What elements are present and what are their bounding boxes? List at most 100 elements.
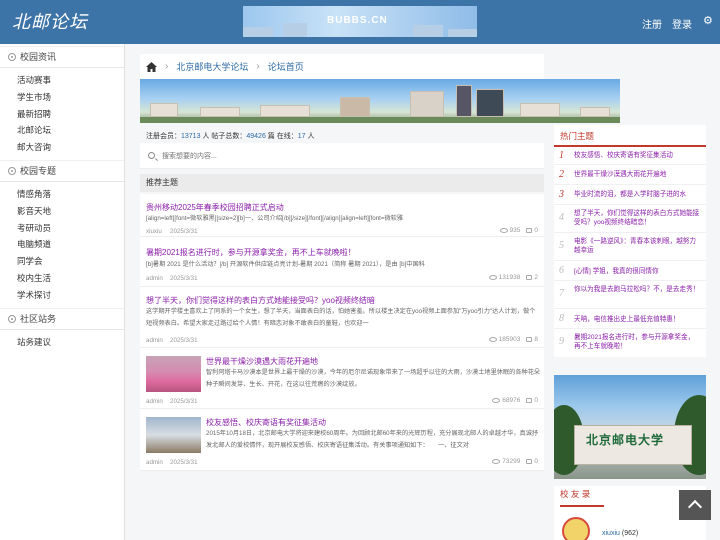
post-item[interactable]: 世界最干燥沙漠遇大雨花开遍地 智利阿塔卡马沙漠本是世界上最干燥的沙漠，今年的厄尔… xyxy=(140,348,544,409)
post-views: 68976 0 xyxy=(492,397,538,404)
main-content: › 北京邮电大学论坛 › 论坛首页 注册会员：13713 人 帖子总数：4942… xyxy=(140,54,706,471)
sidebar-item-consult[interactable]: 邮大咨询 xyxy=(0,139,124,156)
hot-topic-item[interactable]: 4 想了半天，你们觉得这样的表白方式她能接受吗？yoo视频终结暗恋！ xyxy=(554,205,706,233)
post-views: 131938 2 xyxy=(488,274,538,281)
sidebar-item-academic[interactable]: 学术探讨 xyxy=(0,287,124,304)
sidebar: 校园资讯 活动赛事 学生市场 最新招聘 北邮论坛 邮大咨询 校园专题 情感角落 … xyxy=(0,44,125,540)
post-views: 935 0 xyxy=(499,227,538,234)
eye-icon xyxy=(492,398,501,403)
post-date: 2025/3/31 xyxy=(170,275,198,282)
search-bar xyxy=(140,143,544,169)
post-summary: 2015年10月18日，北京邮电大学将迎来建校60周年。为回顾北邮60年来的光辉… xyxy=(206,430,539,449)
breadcrumb-home[interactable]: 论坛首页 xyxy=(268,60,304,73)
hot-topic-item[interactable]: 7 你以为我是去跑马拉松吗？不，是去走秀！ xyxy=(554,281,706,309)
hot-topic-item[interactable]: 2 世界最干燥沙漠遇大雨花开遍地 xyxy=(554,165,706,185)
sidebar-item-alumni[interactable]: 同学会 xyxy=(0,253,124,270)
post-date: 2025/3/31 xyxy=(170,398,198,405)
hot-topics-title: 热门主题 xyxy=(554,125,706,147)
post-summary: [align=left][font=微软雅黑][size=2][b]一、公司介绍… xyxy=(146,215,404,222)
eye-icon xyxy=(492,459,501,464)
post-item[interactable]: 想了半天，你们觉得这样的表白方式她能接受吗？yoo视频终结暗 这学期开学楼主喜欢… xyxy=(140,287,544,348)
breadcrumb: › 北京邮电大学论坛 › 论坛首页 xyxy=(140,54,544,80)
gate-inscription: 北京邮电大学 xyxy=(586,433,665,447)
post-thumbnail[interactable] xyxy=(146,356,201,392)
comment-icon xyxy=(526,459,533,464)
sidebar-item-emotion[interactable]: 情感角落 xyxy=(0,186,124,203)
home-icon[interactable] xyxy=(146,61,157,72)
post-title[interactable]: 暑期2021报名进行时，参与开源拿奖金，再不上车就晚啦！ xyxy=(146,247,356,258)
hot-topics: 热门主题 1 校友感悟、校庆寄语有奖征集活动 2 世界最干燥沙漠遇大雨花开遍地 3毕… xyxy=(554,125,706,357)
back-to-top-button[interactable] xyxy=(679,490,711,520)
post-author[interactable]: admin xyxy=(146,398,163,405)
chevron-right-icon: › xyxy=(256,61,260,72)
login-link[interactable]: 登录 xyxy=(672,16,692,31)
sidebar-section-site[interactable]: 社区站务 xyxy=(0,307,124,330)
alumni-user[interactable]: xiuxiu (962) xyxy=(602,530,638,537)
post-author[interactable]: admin xyxy=(146,459,163,466)
breadcrumb-forum[interactable]: 北京邮电大学论坛 xyxy=(176,60,248,73)
post-title[interactable]: 想了半天，你们觉得这样的表白方式她能接受吗？yoo视频终结暗 xyxy=(146,295,375,306)
post-date: 2025/3/31 xyxy=(170,228,198,235)
avatar[interactable] xyxy=(562,517,590,540)
section-toggle-icon xyxy=(8,314,16,323)
hot-topic-item[interactable]: 1 校友感悟、校庆寄语有奖征集活动 xyxy=(554,147,706,165)
post-title[interactable]: 世界最干燥沙漠遇大雨花开遍地 xyxy=(206,356,318,367)
forum-stats: 注册会员：13713 人 帖子总数：49426 篇 在线：17 人 xyxy=(146,133,315,140)
sidebar-section-topics[interactable]: 校园专题 xyxy=(0,159,124,182)
eye-icon xyxy=(499,228,508,233)
hot-topic-item[interactable]: 3 毕业时流的泪，都是入学时脑子进的水 xyxy=(554,185,706,205)
post-views: 73299 0 xyxy=(492,458,538,465)
hot-topic-item[interactable]: 5 电影《一路逆风》：青春本该刺眼，越努力越幸运 xyxy=(554,233,706,261)
campus-gate-image[interactable]: 北京邮电大学 xyxy=(554,375,706,479)
sidebar-item-exam[interactable]: 考研动员 xyxy=(0,220,124,237)
site-logo[interactable]: 北邮论坛 xyxy=(12,8,88,34)
sidebar-item-market[interactable]: 学生市场 xyxy=(0,89,124,106)
sidebar-item-events[interactable]: 活动赛事 xyxy=(0,72,124,89)
post-item[interactable]: 贵州移动2025年春季校园招聘正式启动 [align=left][font=微软… xyxy=(140,194,544,237)
post-author[interactable]: admin xyxy=(146,275,163,282)
register-link[interactable]: 注册 xyxy=(642,16,662,31)
sidebar-item-suggest[interactable]: 站务建议 xyxy=(0,334,124,351)
eye-icon xyxy=(488,337,497,342)
post-summary: 智利阿塔卡马沙漠本是世界上最干燥的沙漠，今年的厄尔尼诺现象带来了一场超乎以往的大… xyxy=(206,369,541,388)
post-date: 2025/3/31 xyxy=(170,337,198,344)
post-views: 185903 8 xyxy=(488,336,538,343)
sidebar-item-forum[interactable]: 北邮论坛 xyxy=(0,122,124,139)
sidebar-item-computer[interactable]: 电脑频道 xyxy=(0,236,124,253)
eye-icon xyxy=(488,275,497,280)
sidebar-item-campus-life[interactable]: 校内生活 xyxy=(0,270,124,287)
section-toggle-icon xyxy=(8,166,16,175)
comment-icon xyxy=(526,398,533,403)
sns-login-icon[interactable]: ⚙ xyxy=(703,14,713,27)
comment-icon xyxy=(526,337,533,342)
header-banner[interactable]: BUBBS.CN xyxy=(243,6,477,37)
hot-topic-item[interactable]: 8 天呐，电信推出史上最低充值特惠！ xyxy=(554,309,706,329)
recommended-header: 推荐主题 xyxy=(140,174,544,192)
post-summary: [b]暑期 2021 是什么活动？[/b] 开源软件供应链点亮计划-暑期 202… xyxy=(146,261,425,268)
comment-icon xyxy=(526,228,533,233)
post-title[interactable]: 贵州移动2025年春季校园招聘正式启动 xyxy=(146,202,284,213)
section-toggle-icon xyxy=(8,53,16,61)
search-icon[interactable] xyxy=(148,152,155,159)
sidebar-item-media[interactable]: 影音天地 xyxy=(0,203,124,220)
sidebar-item-jobs[interactable]: 最新招聘 xyxy=(0,106,124,123)
sidebar-section-news[interactable]: 校园资讯 xyxy=(0,46,124,68)
arrow-up-icon xyxy=(687,499,703,515)
post-author[interactable]: admin xyxy=(146,337,163,344)
campus-banner-image xyxy=(140,79,620,123)
post-date: 2025/3/31 xyxy=(170,459,198,466)
post-title[interactable]: 校友感悟、校庆寄语有奖征集活动 xyxy=(206,417,326,428)
post-item[interactable]: 校友感悟、校庆寄语有奖征集活动 2015年10月18日，北京邮电大学将迎来建校6… xyxy=(140,409,544,471)
hot-topic-item[interactable]: 6 [心情] 学姐，我真的很同情你 xyxy=(554,261,706,281)
banner-text: BUBBS.CN xyxy=(327,15,388,26)
top-bar: 北邮论坛 BUBBS.CN 注册 登录 ⚙ xyxy=(0,0,720,44)
search-input[interactable] xyxy=(162,148,532,164)
hot-topic-item[interactable]: 9 暑期2021报名进行时，参与开源拿奖金，再不上车就晚啦！ xyxy=(554,329,706,357)
post-author[interactable]: xiuxiu xyxy=(146,228,162,235)
post-list: 贵州移动2025年春季校园招聘正式启动 [align=left][font=微软… xyxy=(140,194,544,471)
comment-icon xyxy=(526,275,533,280)
post-item[interactable]: 暑期2021报名进行时，参与开源拿奖金，再不上车就晚啦！ [b]暑期 2021 … xyxy=(140,237,544,287)
chevron-right-icon: › xyxy=(165,61,169,72)
post-thumbnail[interactable] xyxy=(146,417,201,453)
post-summary: 这学期开学楼主喜欢上了同系的一个女生，想了半天，当面表白的话，怕她害羞。所以楼主… xyxy=(146,308,536,327)
